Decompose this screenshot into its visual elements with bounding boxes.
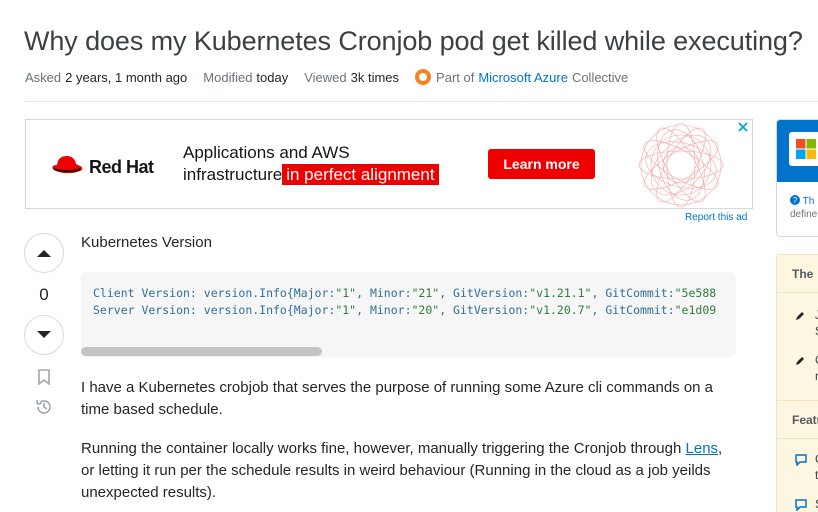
- history-icon[interactable]: [35, 398, 53, 416]
- blog-divider-2: [777, 400, 818, 401]
- code-line1-git: "v1.21.1": [529, 286, 592, 300]
- blog-sidebar: The J S C r Featu C t S: [776, 254, 818, 512]
- code-line2-commit: "e1d09: [674, 303, 717, 317]
- viewed-value: 3k times: [350, 69, 400, 85]
- bookmark-icon[interactable]: [37, 369, 51, 385]
- code-content: Client Version: version.Info{Major:"1", …: [93, 285, 716, 319]
- code-line2-minor: "20": [411, 303, 440, 317]
- code-line2-major: "1": [335, 303, 357, 317]
- downvote-button[interactable]: [24, 315, 64, 355]
- arrow-down-icon: [37, 331, 51, 338]
- collective-suffix: Collective: [571, 69, 629, 85]
- collective-info-text-2: define: [790, 209, 818, 220]
- report-ad-link[interactable]: Report this ad: [685, 212, 747, 223]
- code-horizontal-scrollbar[interactable]: [81, 347, 322, 356]
- paragraph2-text-before: Running the container locally works fine…: [81, 440, 686, 457]
- blog-divider: [777, 292, 818, 293]
- viewed-label: Viewed: [304, 69, 347, 85]
- kubernetes-version-heading: Kubernetes Version: [81, 234, 212, 251]
- code-line2-key: Server Version: version.Info{Major:: [93, 303, 336, 317]
- collective-icon: [415, 69, 432, 85]
- code-line2-git: "v1.20.7": [529, 303, 592, 317]
- pencil-icon: [796, 357, 804, 365]
- ad-headline-text: infrastructure: [183, 165, 283, 184]
- code-line2-minor-key: , Minor:: [356, 303, 412, 317]
- asked-value[interactable]: 2 years, 1 month ago: [65, 70, 187, 85]
- chat-icon: [795, 499, 807, 511]
- featured-header: Featu: [792, 413, 818, 427]
- code-line1-commit-key: , GitCommit:: [591, 286, 675, 300]
- ad-close-icon[interactable]: [737, 121, 749, 133]
- ad-brand: Red Hat: [89, 157, 154, 177]
- collective-info-label: Th: [802, 196, 815, 207]
- vote-count: 0: [39, 285, 49, 304]
- ad-spirograph-decoration: [638, 122, 724, 208]
- post-paragraph-2: Running the container locally works fine…: [81, 438, 736, 504]
- redhat-logo-icon: [52, 156, 83, 174]
- svg-text:?: ?: [793, 196, 798, 205]
- code-block: Client Version: version.Info{Major:"1", …: [81, 272, 736, 357]
- code-line2-commit-key: , GitCommit:: [591, 303, 675, 317]
- ad-headline-line2: infrastructure in perfect alignment: [183, 164, 439, 185]
- ad-headline-highlight: in perfect alignment: [282, 164, 439, 185]
- collective-prefix: Part of: [436, 69, 475, 85]
- asked-meta: Asked 2 years, 1 month ago: [25, 70, 187, 85]
- asked-label: Asked: [25, 69, 62, 85]
- code-line2-git-key: , GitVersion:: [439, 303, 530, 317]
- modified-value[interactable]: today: [256, 70, 288, 85]
- code-line1-major: "1": [335, 286, 357, 300]
- pencil-icon: [796, 312, 804, 320]
- microsoft-logo-icon: [796, 139, 816, 159]
- ad-learn-more-button[interactable]: Learn more: [488, 149, 595, 179]
- question-meta: Asked 2 years, 1 month ago Modified today …: [25, 69, 628, 85]
- arrow-up-icon: [37, 250, 51, 257]
- blog-header: The: [792, 267, 814, 281]
- collective-info-text: ? Th: [790, 195, 814, 208]
- code-line1-git-key: , GitVersion:: [439, 286, 530, 300]
- help-icon: ?: [790, 195, 800, 205]
- featured-divider: [777, 438, 818, 439]
- question-title[interactable]: Why does my Kubernetes Cronjob pod get k…: [24, 26, 803, 57]
- modified-meta: Modified today: [203, 70, 288, 85]
- code-line1-commit: "5e588: [674, 286, 717, 300]
- header-divider: [25, 101, 818, 102]
- chat-icon: [795, 454, 807, 466]
- collective-sidebar-card[interactable]: ? Th define: [776, 119, 818, 237]
- lens-link[interactable]: Lens: [686, 440, 719, 457]
- collective-link[interactable]: Microsoft Azure: [478, 70, 568, 85]
- modified-label: Modified: [203, 69, 253, 85]
- ad-banner[interactable]: Red Hat Applications and AWS infrastruct…: [25, 119, 753, 209]
- code-line1-key: Client Version: version.Info{Major:: [93, 286, 336, 300]
- post-paragraph-1: I have a Kubernetes crobjob that serves …: [81, 379, 714, 418]
- ad-headline-line1: Applications and AWS: [183, 143, 350, 162]
- code-line1-minor: "21": [411, 286, 440, 300]
- viewed-meta: Viewed 3k times: [304, 70, 399, 85]
- upvote-button[interactable]: [24, 233, 64, 273]
- code-line1-minor-key: , Minor:: [356, 286, 412, 300]
